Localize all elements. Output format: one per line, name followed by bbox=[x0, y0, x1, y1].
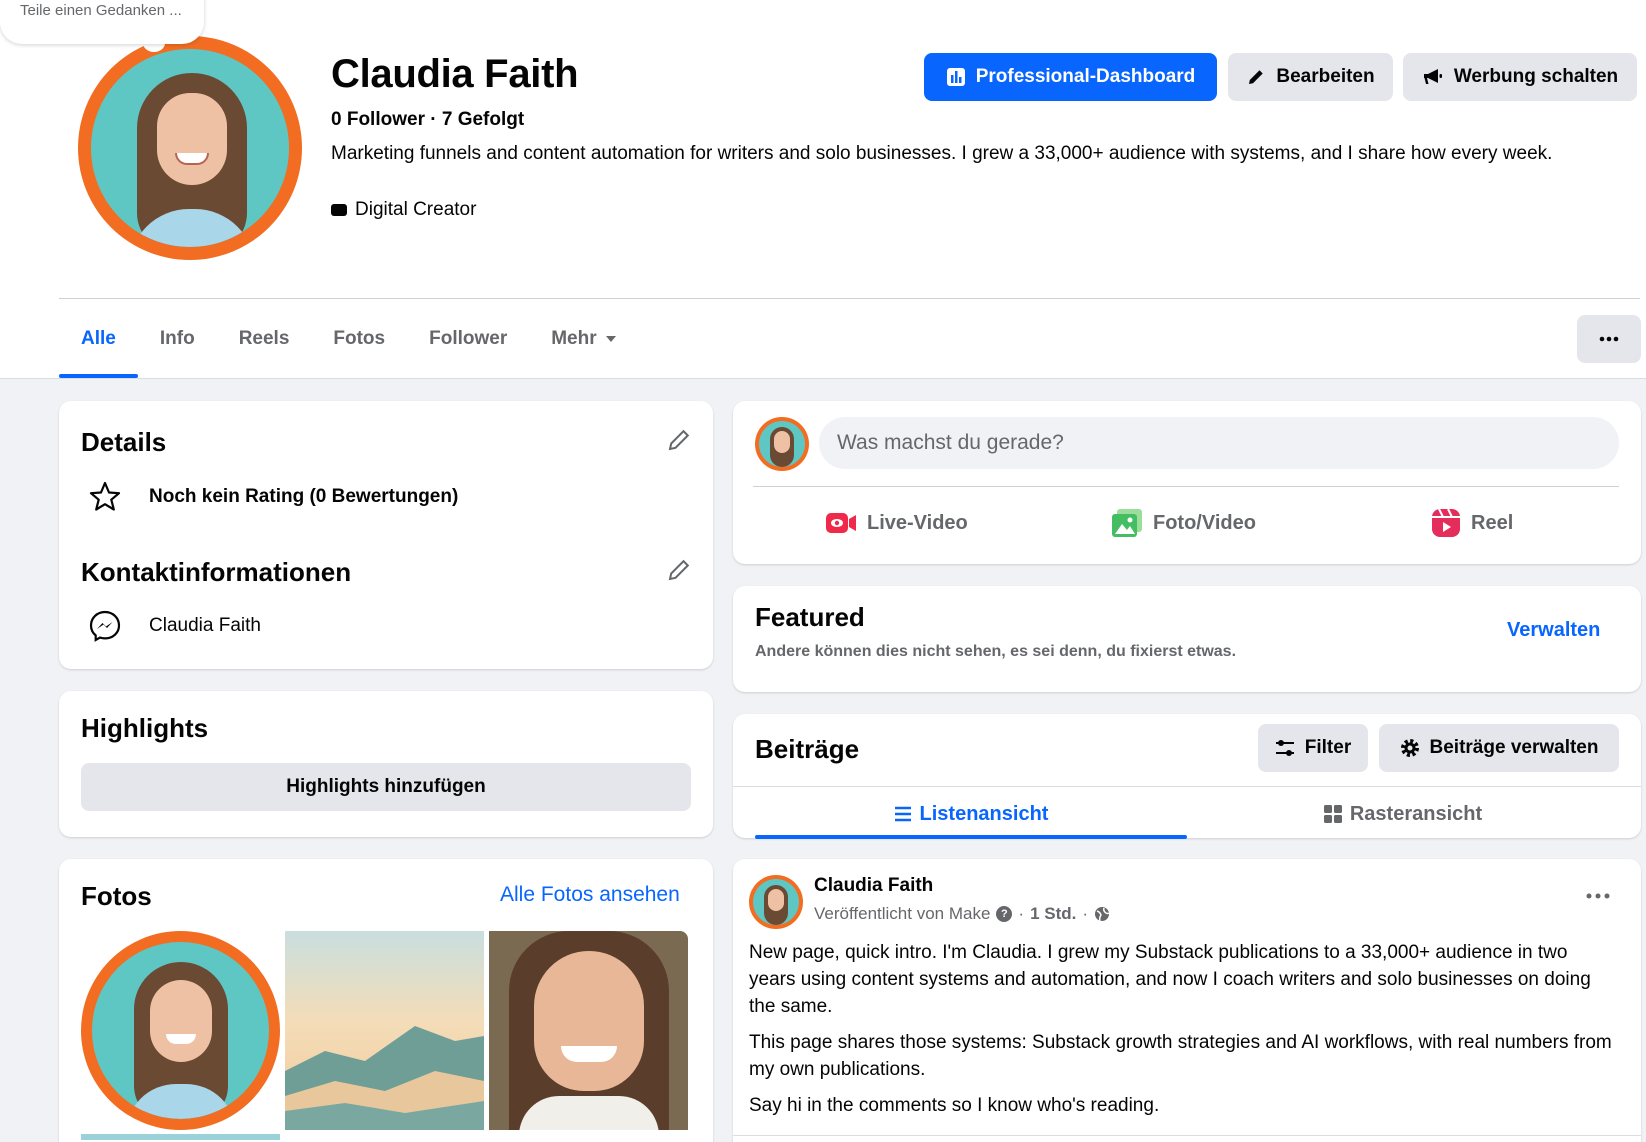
list-icon bbox=[894, 806, 911, 822]
contact-title: Kontaktinformationen bbox=[81, 557, 352, 587]
tab-reels[interactable]: Reels bbox=[217, 300, 312, 378]
megaphone-icon bbox=[1423, 69, 1442, 84]
live-video-button[interactable]: Live-Video bbox=[825, 499, 968, 547]
post-meta: Veröffentlicht von Make ? · 1 Std. · bbox=[814, 904, 1110, 924]
tab-mehr[interactable]: Mehr bbox=[529, 300, 638, 378]
posts-card: Beiträge Filter Beiträge verwalten Liste… bbox=[733, 714, 1641, 840]
follow-stats[interactable]: 0 Follower · 7 Gefolgt bbox=[331, 109, 524, 131]
more-options-button[interactable] bbox=[1577, 315, 1641, 363]
dashboard-label: Professional-Dashboard bbox=[975, 66, 1196, 87]
featured-manage-link[interactable]: Verwalten bbox=[1507, 619, 1600, 642]
composer-avatar[interactable] bbox=[755, 417, 809, 471]
tab-fotos[interactable]: Fotos bbox=[311, 300, 407, 378]
post-author-avatar[interactable] bbox=[749, 875, 803, 929]
tabs-divider bbox=[59, 298, 1640, 299]
gear-icon bbox=[1400, 739, 1419, 757]
pencil-icon bbox=[1249, 70, 1264, 84]
grid-view-tab[interactable]: Rasteransicht bbox=[1187, 788, 1619, 840]
details-title: Details bbox=[81, 427, 167, 457]
filter-icon bbox=[1275, 740, 1294, 756]
post-options-icon[interactable] bbox=[1586, 893, 1610, 899]
rating-row: Noch kein Rating (0 Bewertungen) bbox=[87, 479, 458, 515]
thought-bubble[interactable]: Teile einen Gedanken ... bbox=[0, 0, 204, 44]
highlights-title: Highlights bbox=[81, 713, 209, 743]
briefcase-icon bbox=[331, 204, 347, 216]
photo-landscape[interactable] bbox=[285, 931, 484, 1130]
edit-label: Bearbeiten bbox=[1276, 66, 1375, 87]
post-time[interactable]: 1 Std. bbox=[1030, 904, 1076, 924]
posts-tabs-divider bbox=[733, 786, 1641, 787]
profile-bio: Marketing funnels and content automation… bbox=[331, 143, 1553, 164]
post-paragraph: New page, quick intro. I'm Claudia. I gr… bbox=[749, 942, 1591, 1017]
composer-card: Was machst du gerade? Live-Video Foto/Vi… bbox=[733, 401, 1641, 564]
tab-info[interactable]: Info bbox=[138, 300, 217, 378]
post-paragraph: This page shares those systems: Substack… bbox=[749, 1032, 1612, 1080]
details-card: Details Noch kein Rating (0 Bewertungen)… bbox=[59, 401, 713, 669]
profile-avatar[interactable] bbox=[78, 36, 302, 260]
featured-subtitle: Andere können dies nicht sehen, es sei d… bbox=[755, 643, 1237, 660]
post-divider bbox=[733, 1135, 1641, 1136]
category-label: Digital Creator bbox=[355, 199, 477, 220]
profile-header: Teile einen Gedanken ... Claudia Faith 0… bbox=[0, 0, 1646, 379]
ellipsis-icon bbox=[1599, 336, 1619, 342]
photo-strip bbox=[81, 1134, 280, 1140]
messenger-row[interactable]: Claudia Faith bbox=[87, 608, 261, 644]
messenger-icon bbox=[87, 608, 123, 644]
see-all-photos-link[interactable]: Alle Fotos ansehen bbox=[500, 883, 680, 907]
post-card: Claudia Faith Veröffentlicht von Make ? … bbox=[733, 859, 1641, 1142]
reel-icon bbox=[1432, 508, 1460, 537]
professional-dashboard-button[interactable]: Professional-Dashboard bbox=[924, 53, 1217, 101]
photos-card: Fotos Alle Fotos ansehen bbox=[59, 859, 713, 1142]
grid-icon bbox=[1323, 805, 1342, 823]
post-author-name[interactable]: Claudia Faith bbox=[814, 875, 933, 897]
composer-input[interactable]: Was machst du gerade? bbox=[819, 417, 1619, 469]
post-paragraph: Say hi in the comments so I know who's r… bbox=[749, 1095, 1160, 1116]
star-icon bbox=[87, 479, 123, 515]
live-video-icon bbox=[826, 513, 856, 533]
edit-pencil-icon[interactable] bbox=[666, 427, 692, 453]
tab-alle[interactable]: Alle bbox=[59, 300, 138, 378]
reel-button[interactable]: Reel bbox=[1431, 499, 1513, 547]
photos-title: Fotos bbox=[81, 881, 152, 911]
messenger-name: Claudia Faith bbox=[149, 615, 261, 636]
add-highlights-button[interactable]: Highlights hinzufügen bbox=[81, 763, 691, 811]
advertise-label: Werbung schalten bbox=[1453, 66, 1619, 87]
edit-contact-pencil-icon[interactable] bbox=[666, 557, 692, 583]
photo-video-icon bbox=[1112, 509, 1142, 537]
edit-button[interactable]: Bearbeiten bbox=[1228, 53, 1393, 101]
caret-down-icon bbox=[605, 336, 616, 342]
active-tab-indicator bbox=[755, 835, 1187, 839]
featured-card: Featured Andere können dies nicht sehen,… bbox=[733, 586, 1641, 692]
globe-icon bbox=[1095, 907, 1110, 922]
profile-tabs: Alle Info Reels Fotos Follower Mehr bbox=[59, 300, 639, 378]
published-by: Veröffentlicht von Make bbox=[814, 904, 991, 923]
profile-category: Digital Creator bbox=[331, 199, 476, 221]
composer-divider bbox=[753, 486, 1619, 487]
posts-title: Beiträge bbox=[755, 734, 860, 764]
question-icon[interactable]: ? bbox=[996, 906, 1013, 922]
manage-posts-button[interactable]: Beiträge verwalten bbox=[1379, 724, 1619, 772]
dashboard-icon bbox=[946, 68, 965, 86]
featured-title: Featured bbox=[755, 602, 865, 632]
profile-name: Claudia Faith bbox=[331, 52, 579, 96]
photo-profile[interactable] bbox=[81, 931, 280, 1130]
tab-follower[interactable]: Follower bbox=[407, 300, 529, 378]
highlights-card: Highlights Highlights hinzufügen bbox=[59, 691, 713, 837]
photo-video-button[interactable]: Foto/Video bbox=[1111, 499, 1256, 547]
advertise-button[interactable]: Werbung schalten bbox=[1403, 53, 1637, 101]
filter-button[interactable]: Filter bbox=[1258, 724, 1368, 772]
mountains-image bbox=[285, 1026, 484, 1130]
list-view-tab[interactable]: Listenansicht bbox=[755, 788, 1187, 840]
rating-text: Noch kein Rating (0 Bewertungen) bbox=[149, 486, 459, 507]
photo-portrait[interactable] bbox=[489, 931, 688, 1130]
